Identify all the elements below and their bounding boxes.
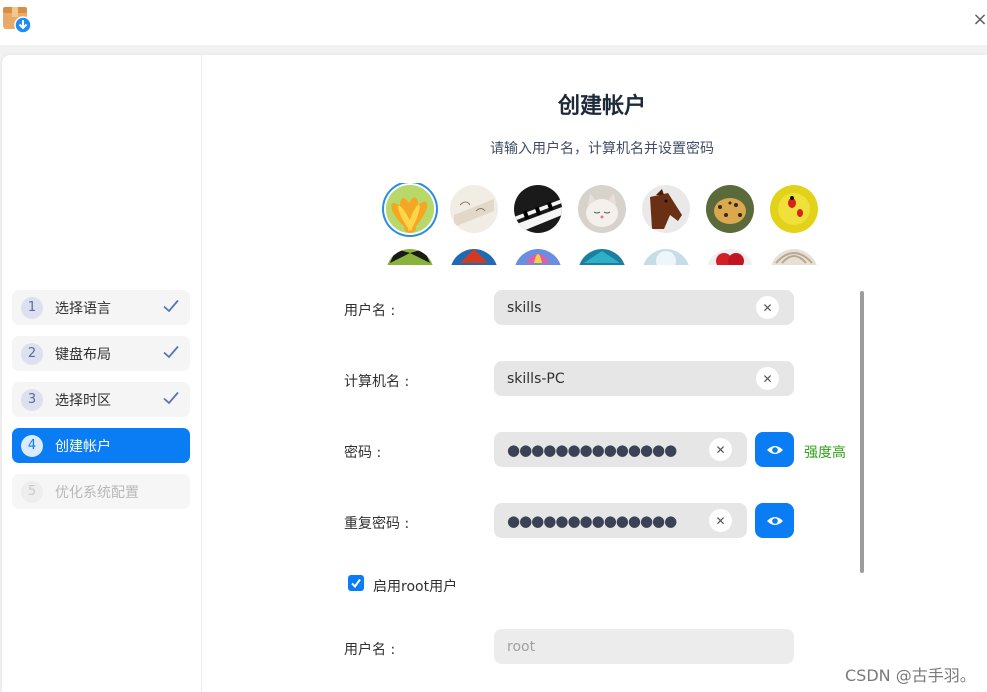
title-bar: ×: [0, 0, 987, 45]
hostname-label: 计算机名 :: [344, 374, 410, 390]
root-username-field[interactable]: root: [494, 629, 794, 664]
hostname-value: skills-PC: [507, 370, 565, 387]
clear-hostname-button[interactable]: ✕: [756, 367, 779, 390]
step-number: 4: [21, 434, 43, 457]
username-label: 用户名 :: [344, 303, 396, 319]
checkmark-icon: [163, 345, 179, 359]
step-label: 创建帐户: [55, 438, 111, 455]
avatar-ladybug[interactable]: [770, 185, 818, 233]
avatar-horse[interactable]: [642, 185, 690, 233]
avatar-piano-keys[interactable]: [514, 185, 562, 233]
watermark: CSDN @古手羽。: [845, 666, 976, 685]
checkmark-icon: [163, 299, 179, 313]
page-title: 创建帐户: [557, 94, 646, 119]
step-label: 键盘布局: [55, 346, 111, 363]
avatar-snowy-tree[interactable]: [642, 249, 690, 265]
clear-password-button[interactable]: ✕: [709, 438, 732, 461]
password-value: ●●●●●●●●●●●●●●: [507, 440, 677, 459]
password-strength: 强度高: [804, 445, 846, 461]
checkmark-icon: [163, 391, 179, 405]
username-value: skills: [507, 299, 542, 316]
step-label: 选择语言: [55, 300, 111, 317]
close-icon[interactable]: ×: [970, 11, 987, 31]
password-field[interactable]: ●●●●●●●●●●●●●● ✕: [494, 432, 747, 467]
step-number: 2: [21, 342, 43, 365]
avatar-butterfly[interactable]: [386, 249, 434, 265]
root-username-placeholder: root: [507, 638, 536, 655]
step-create-account[interactable]: 4 创建帐户: [12, 428, 190, 463]
steps-sidebar: 1 选择语言 2 键盘布局 3 选择时区 4 创建帐户 5 优化系统配置: [2, 55, 202, 692]
repeat-password-value: ●●●●●●●●●●●●●●: [507, 511, 677, 530]
avatar-beach[interactable]: [578, 249, 626, 265]
installer-box-download-icon: [3, 5, 33, 35]
step-number: 1: [21, 296, 43, 319]
page-subtitle: 请输入用户名，计算机名并设置密码: [490, 141, 714, 157]
hostname-field[interactable]: skills-PC ✕: [494, 361, 794, 396]
avatar-shell[interactable]: [770, 249, 818, 265]
eye-icon: [766, 445, 783, 454]
installer-panel: 1 选择语言 2 键盘布局 3 选择时区 4 创建帐户 5 优化系统配置 创建帐…: [2, 55, 987, 692]
step-label: 选择时区: [55, 392, 111, 409]
avatar-flower[interactable]: [386, 185, 434, 233]
enable-root-checkbox[interactable]: [348, 575, 364, 591]
username-field[interactable]: skills ✕: [494, 290, 794, 325]
show-password-button[interactable]: [755, 432, 794, 467]
avatar-paper-shells[interactable]: [450, 185, 498, 233]
step-select-timezone[interactable]: 3 选择时区: [12, 382, 190, 417]
avatar-leopard[interactable]: [706, 185, 754, 233]
step-select-language[interactable]: 1 选择语言: [12, 290, 190, 325]
avatar-picker: [380, 183, 820, 265]
clear-repeat-password-button[interactable]: ✕: [709, 509, 732, 532]
step-label: 优化系统配置: [55, 484, 139, 501]
avatar-hot-air-balloon[interactable]: [514, 249, 562, 265]
root-username-label: 用户名 :: [344, 642, 396, 658]
show-repeat-password-button[interactable]: [755, 503, 794, 538]
checkmark-icon: [351, 578, 361, 589]
step-keyboard-layout[interactable]: 2 键盘布局: [12, 336, 190, 371]
eye-icon: [766, 516, 783, 525]
password-label: 密码 :: [344, 445, 382, 461]
step-number: 5: [21, 480, 43, 503]
avatar-kitten[interactable]: [578, 185, 626, 233]
clear-username-button[interactable]: ✕: [756, 296, 779, 319]
repeat-password-label: 重复密码 :: [344, 516, 410, 532]
scrollbar[interactable]: [860, 291, 864, 573]
step-optimize-system: 5 优化系统配置: [12, 474, 190, 509]
enable-root-label[interactable]: 启用root用户: [373, 576, 457, 596]
avatar-berries[interactable]: [706, 249, 754, 265]
step-number: 3: [21, 388, 43, 411]
repeat-password-field[interactable]: ●●●●●●●●●●●●●● ✕: [494, 503, 747, 538]
avatar-parrot[interactable]: [450, 249, 498, 265]
